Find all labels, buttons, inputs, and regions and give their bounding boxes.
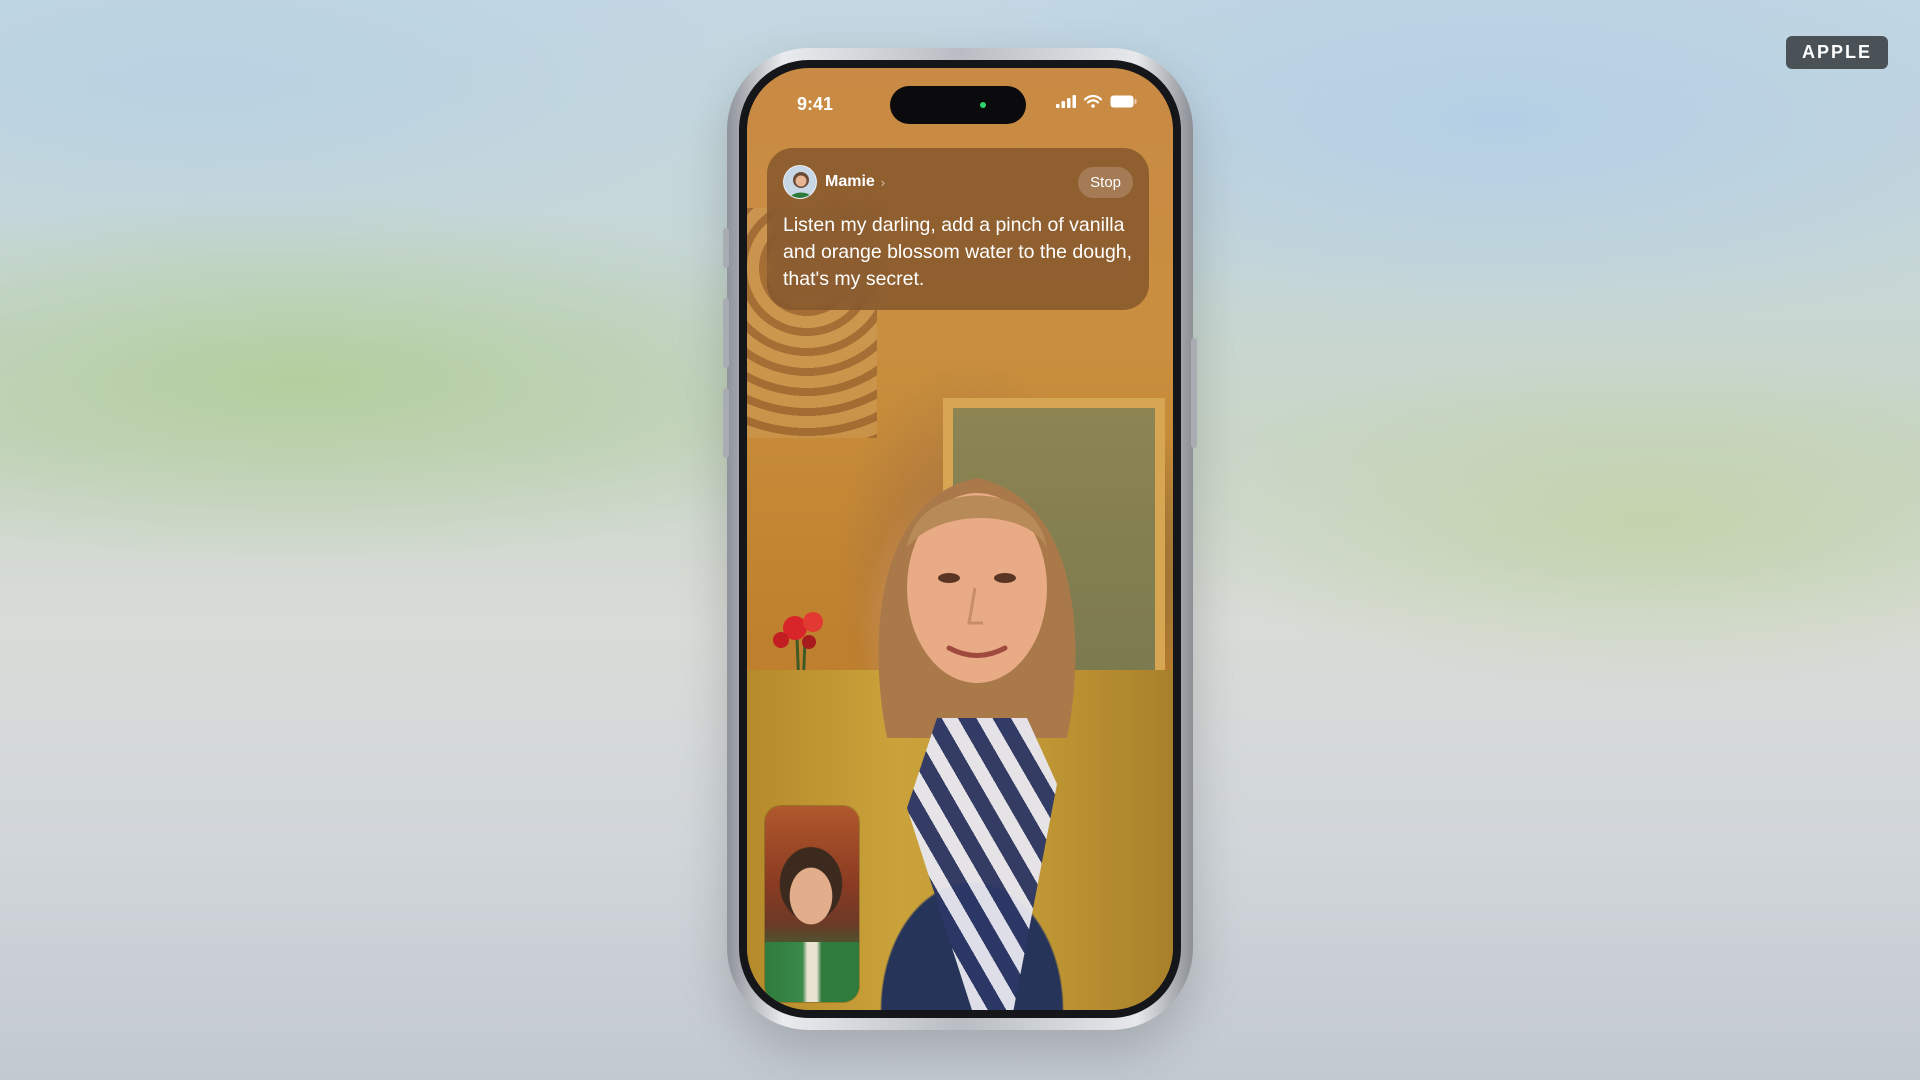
chevron-right-icon: › (880, 174, 886, 190)
status-icons (1056, 95, 1137, 108)
live-caption-card: Mamie › Stop Listen my darling, add a pi… (767, 148, 1149, 310)
remote-caller-face (878, 478, 1076, 738)
cellular-signal-icon (1056, 95, 1076, 108)
stop-caption-button[interactable]: Stop (1078, 166, 1133, 198)
battery-icon (1110, 95, 1137, 108)
volume-down-button (723, 388, 729, 458)
dynamic-island (890, 86, 1026, 124)
self-view-pip[interactable] (765, 806, 859, 1002)
caption-text: Listen my darling, add a pinch of vanill… (783, 214, 1133, 290)
facetime-call-screen: 9:41 Mamie › Stop Listen my darling, add… (739, 60, 1181, 1018)
iphone-mockup: 9:41 Mamie › Stop Listen my darling, add… (723, 48, 1197, 1030)
volume-up-button (723, 298, 729, 368)
self-view-shirt (765, 942, 859, 1002)
speaker-name: Mamie (825, 173, 875, 190)
apple-watermark-badge: APPLE (1785, 36, 1888, 69)
person-avatar-icon (789, 172, 813, 198)
speaker-avatar (783, 165, 817, 199)
wifi-icon (1084, 95, 1102, 108)
status-time: 9:41 (797, 94, 834, 114)
side-button (1191, 338, 1197, 448)
camera-active-indicator (980, 102, 986, 108)
action-button (723, 228, 729, 268)
status-bar: 9:41 (747, 68, 1173, 148)
